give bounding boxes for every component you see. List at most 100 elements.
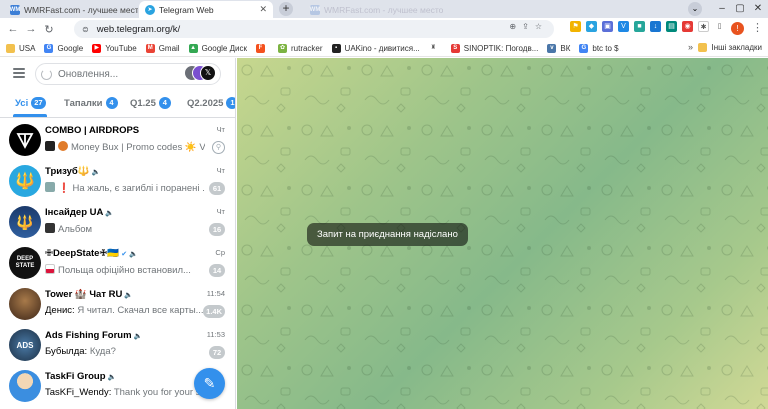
tab-title: WMRFast.com - лучшее место д [324,4,444,15]
bookmark-rutracker[interactable]: ✿ rutracker [277,43,323,53]
media-thumb-icon [45,182,55,192]
tab-search-icon[interactable]: ⌄ [688,2,702,16]
bookmark-youtube[interactable]: ▶ YouTube [92,43,137,53]
sidebar-header: Оновлення... 𝕏 [0,58,235,90]
close-tab-icon[interactable]: ✕ [255,4,267,15]
unread-count-badge: 27 [31,97,46,109]
bookmark-sinoptik[interactable]: S SINOPTIK: Погодв... [450,43,538,53]
puzzle-icon[interactable]: ✱ [698,21,709,32]
ton-logo-icon [16,133,34,149]
bookmark-usa[interactable]: USA [6,43,35,53]
chat-avatar [9,288,41,320]
omnibox-actions[interactable]: ⊕⇪☆ [509,22,548,31]
vk-icon: v [547,43,557,53]
drive-icon: ▲ [188,43,198,53]
tab-wmrfast-dragged[interactable]: WM WMRFast.com - лучшее место д [304,1,444,18]
chat-preview: Бубылда: Куда? [45,346,116,357]
wmrfast-favicon-icon: WM [309,4,321,15]
unread-badge: 1.4K [203,305,225,318]
chat-name: Tower 🏰 Чат RU 🔈 [45,289,134,300]
media-thumb-icon [58,141,68,151]
site-info-icon[interactable]: ⊜ [82,25,89,34]
chat-avatar: DEEP STATE [9,247,41,279]
chat-name: Інсайдер UA 🔈 [45,207,115,218]
side-panel-icon[interactable]: ▯ [714,21,725,32]
tab-title: Telegram Web [159,4,214,15]
search-input[interactable]: Оновлення... 𝕏 [35,63,221,85]
reload-icon[interactable]: ↻ [40,23,58,36]
tab-q1-25[interactable]: Q1.25 4 [130,97,171,109]
chat-name: COMBO | AIRDROPS [45,125,140,136]
bookmark-gmail[interactable]: M Gmail [145,43,180,53]
chat-item-deepstate[interactable]: DEEP STATE ✙DeepState✙🇺🇦 ✔ 🔈 Ср Польща офі… [0,243,235,284]
muted-icon: 🔈 [133,333,143,340]
menu-icon[interactable] [13,68,25,78]
chat-item-insider-ua[interactable]: 🔱 Інсайдер UA 🔈 Чт Альбом 16 [0,202,235,243]
chat-time: Чт [216,125,225,134]
unread-badge: 16 [209,223,225,236]
extension-icon[interactable]: ■ [634,21,645,32]
folder-icon [698,43,708,52]
tab-q2-2025[interactable]: Q2.2025 1 [187,97,235,109]
tab-wmrfast[interactable]: WM WMRFast.com - лучшее место д ✕ [4,1,138,18]
chat-avatar: 🔱 [9,206,41,238]
extensions-bar: ⚑ ◆ ▣ V ■ ↓ ▤ ◉ ✱ ▯ [570,21,725,32]
bookmark-uakino[interactable]: ▪ UAKino - дивитися... [331,43,420,53]
chat-preview: Польща офіційно встановил... [45,264,205,276]
sinoptik-icon: S [450,43,460,53]
chat-time: Ср [215,248,225,257]
bookmark-vk[interactable]: v ВК [547,43,570,53]
stories-avatars[interactable]: 𝕏 [184,65,218,83]
chat-name: Ads Fishing Forum 🔈 [45,330,143,341]
chat-preview: Money Bux | Promo codes ☀️ V... [45,141,205,153]
address-bar-row: ← → ↻ ⊜ web.telegram.org/k/ ⊕⇪☆ ⚑ ◆ ▣ V … [0,18,768,40]
bookmark-btc[interactable]: Gbtc to $ [579,43,619,53]
gmail-icon: M [145,43,155,53]
chat-avatar [9,370,41,402]
chat-item-tower-chat[interactable]: Tower 🏰 Чат RU 🔈 11:54 Денис: Я читал. Ск… [0,284,235,325]
extension-icon[interactable]: ◆ [586,21,597,32]
bookmark-drive[interactable]: ▲ Google Диск [188,43,247,53]
extension-icon[interactable]: ↓ [650,21,661,32]
chat-background: Запит на приєднання надіслано [237,58,768,409]
new-tab-button[interactable]: + [279,2,293,16]
tab-telegram[interactable]: ➤ Telegram Web ✕ [139,1,273,18]
url-input[interactable]: ⊜ web.telegram.org/k/ ⊕⇪☆ [74,20,554,38]
chat-name: TaskFi Group 🔈 [45,371,117,382]
chat-time: Чт [216,207,225,216]
bookmark-f[interactable]: F [255,43,269,53]
extension-icon[interactable]: ▤ [666,21,677,32]
other-bookmarks[interactable]: Інші закладки [698,43,762,52]
forward-icon[interactable]: → [22,23,40,35]
f-icon: F [255,43,265,53]
bookmark-google[interactable]: G Google [44,43,83,53]
extension-icon[interactable]: ⚑ [570,21,581,32]
profile-avatar[interactable]: ! [731,22,744,35]
chat-item-tryzub[interactable]: 🔱 Тризуб🔱 🔈 Чт ❗ На жаль, є загиблі і пор… [0,161,235,202]
chat-name: ✙DeepState✙🇺🇦 ✔ 🔈 [45,248,138,259]
folder-icon [6,43,15,53]
chat-list-sidebar: Оновлення... 𝕏 Усі 27 Тапалки 4 Q1.25 4 … [0,58,236,409]
tab-tapalky[interactable]: Тапалки 4 [64,97,118,109]
browser-menu-icon[interactable]: ⋮ [752,21,763,34]
back-icon[interactable]: ← [4,23,22,35]
extension-icon[interactable]: ◉ [682,21,693,32]
x-logo-icon: 𝕏 [200,65,216,81]
bookmark-chess[interactable]: ♜ [428,43,442,53]
tab-all[interactable]: Усі 27 [15,97,46,109]
tab-title: WMRFast.com - лучшее место д [24,4,138,15]
chat-preview: Денис: Я читал. Скачал все карты... [45,305,204,316]
google-icon: G [579,43,589,53]
chat-item-ads-fishing-forum[interactable]: ADS Ads Fishing Forum 🔈 11:53 Бубылда: Ку… [0,325,235,366]
google-icon: G [44,43,54,53]
wmrfast-favicon-icon: WM [9,4,21,15]
close-window-icon[interactable]: ✕ [744,0,768,18]
extension-icon[interactable]: V [618,21,629,32]
chat-item-combo-airdrops[interactable]: COMBO | AIRDROPS Чт Money Bux | Promo co… [0,120,235,161]
uakino-icon: ▪ [331,43,341,53]
muted-icon: 🔈 [129,251,138,258]
muted-icon: 🔈 [107,374,117,381]
extension-icon[interactable]: ▣ [602,21,613,32]
compose-pencil-icon[interactable]: ✎ [194,368,225,399]
bookmarks-overflow-button[interactable]: » [688,42,693,52]
